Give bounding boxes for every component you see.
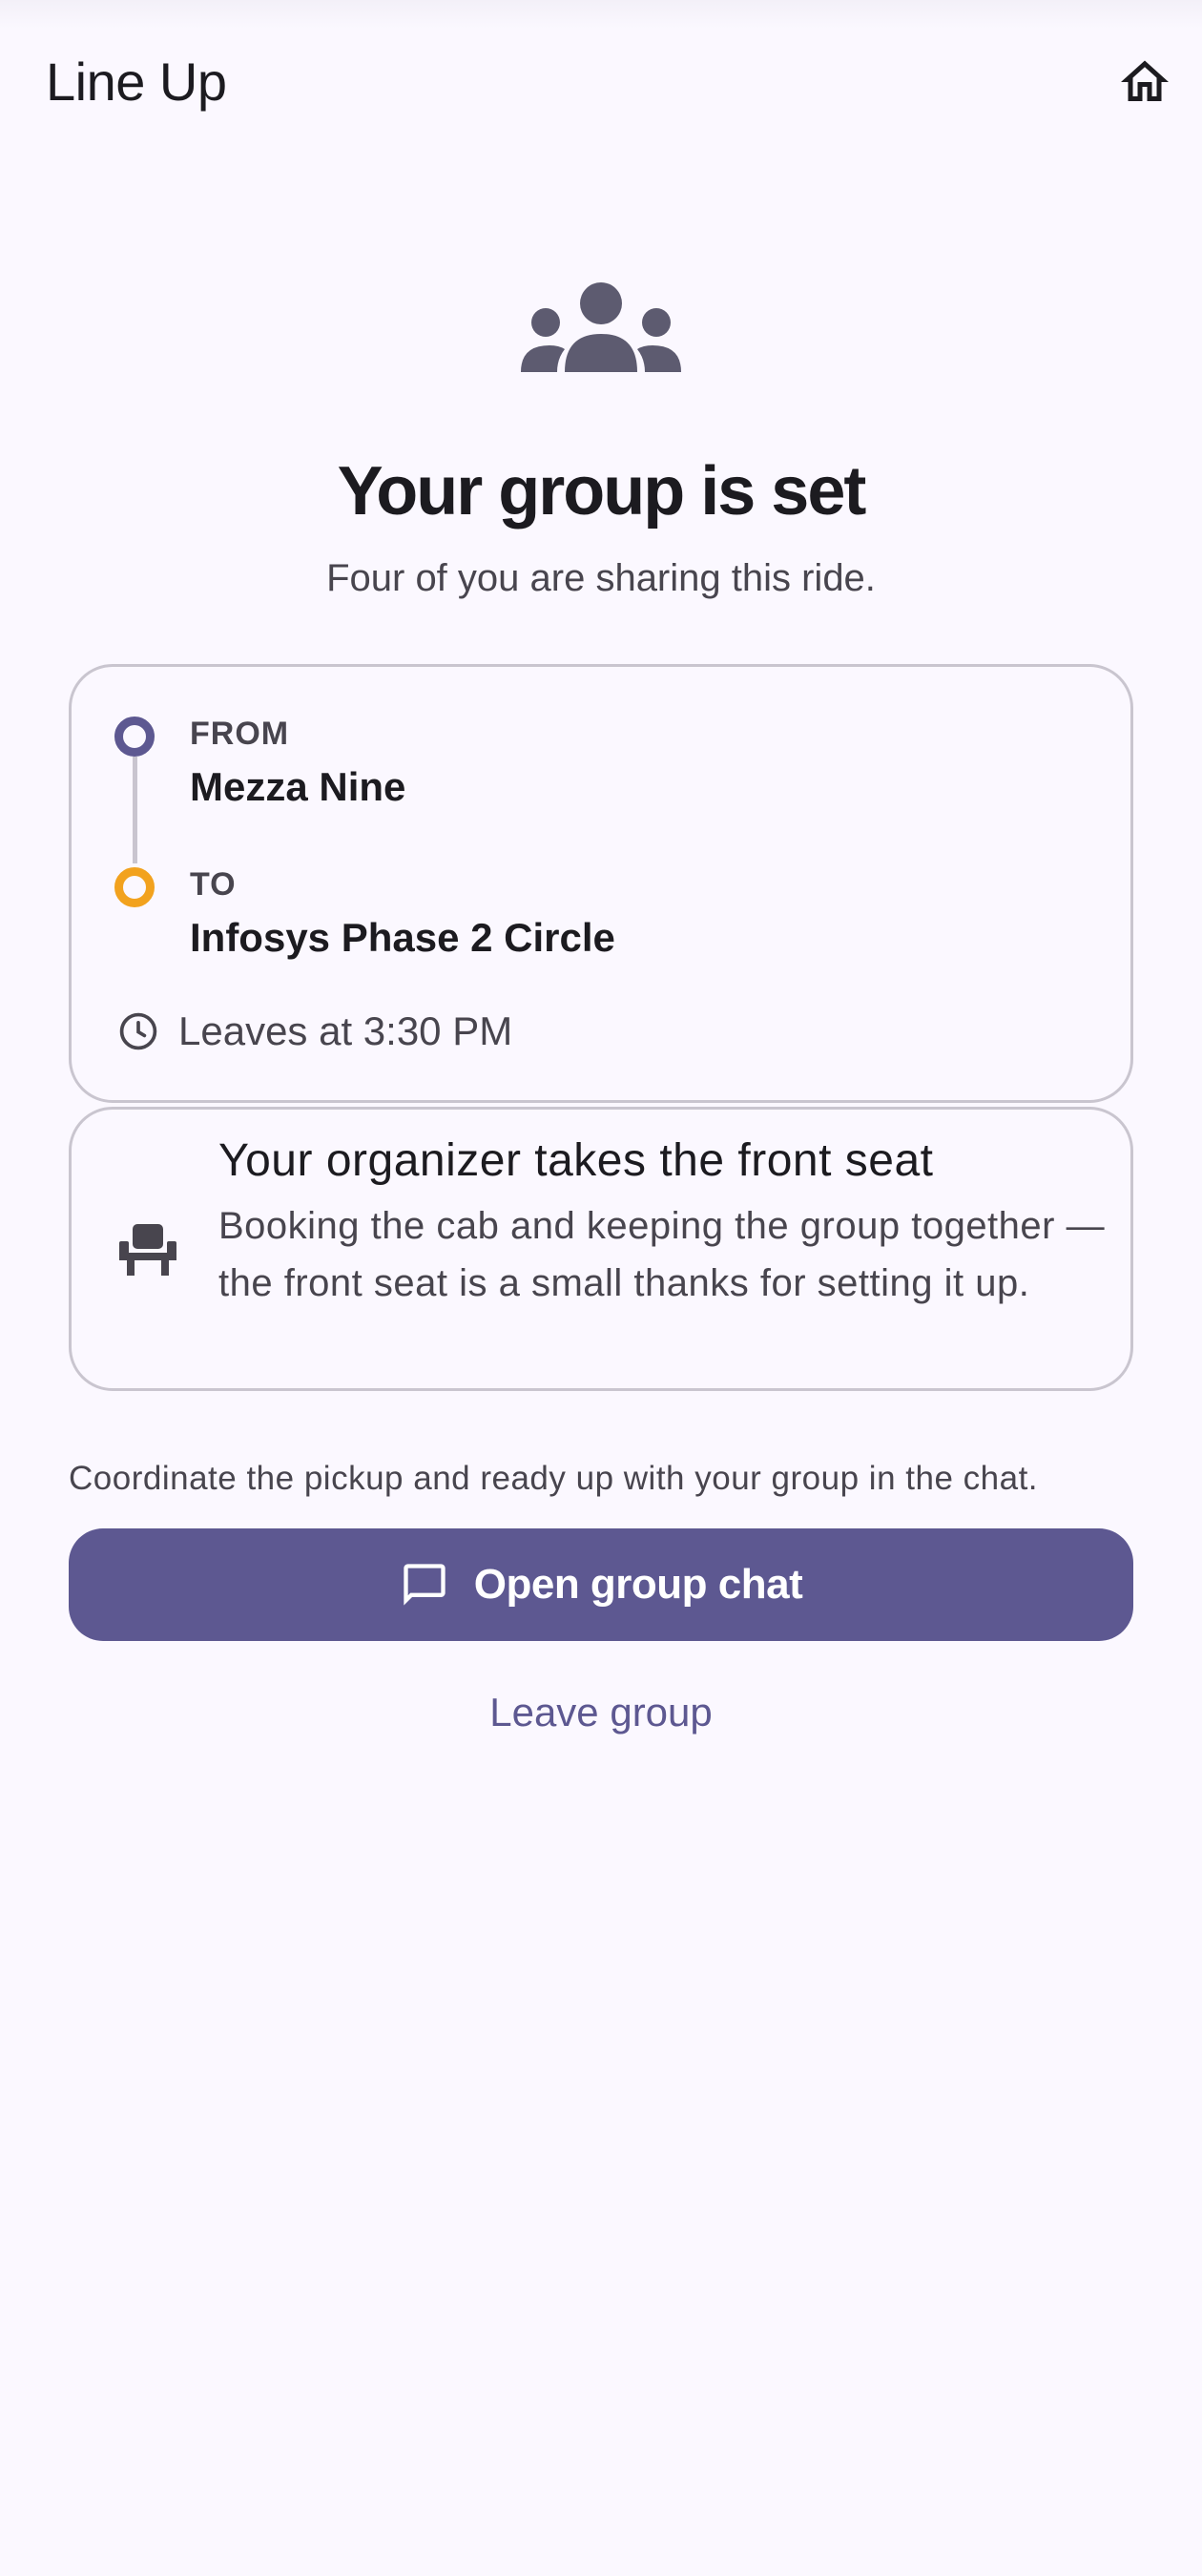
organizer-description: Booking the cab and keeping the group to… [218, 1205, 1106, 1304]
chat-icon [404, 1564, 446, 1606]
from-marker-icon [114, 717, 155, 757]
route-card: FROM Mezza Nine TO Infosys Phase 2 Circl… [69, 664, 1133, 1103]
page-subtitle: Four of you are sharing this ride. [326, 557, 876, 599]
home-icon [1121, 60, 1169, 101]
clock-icon [119, 1012, 157, 1050]
departure-time: Leaves at 3:30 PM [178, 1008, 513, 1053]
to-label: TO [190, 866, 237, 903]
from-location: Mezza Nine [190, 764, 406, 809]
from-label: FROM [190, 716, 290, 752]
open-group-chat-label: Open group chat [473, 1561, 803, 1608]
to-marker-icon [114, 867, 155, 907]
to-location: Infosys Phase 2 Circle [190, 915, 615, 960]
route-connector [133, 757, 137, 863]
organizer-card: Your organizer takes the front seat Book… [69, 1107, 1133, 1391]
seat-icon [119, 1224, 176, 1276]
page-title: Your group is set [337, 453, 867, 530]
open-group-chat-button[interactable]: Open group chat [69, 1528, 1133, 1641]
organizer-title: Your organizer takes the front seat [218, 1135, 934, 1186]
groups-icon [515, 277, 687, 382]
app-title: Line Up [46, 52, 227, 112]
home-button[interactable] [1110, 48, 1179, 116]
leave-group-button[interactable]: Leave group [458, 1679, 744, 1746]
app-bar: Line Up [0, 0, 1202, 153]
chat-hint: Coordinate the pickup and ready up with … [69, 1460, 1039, 1497]
